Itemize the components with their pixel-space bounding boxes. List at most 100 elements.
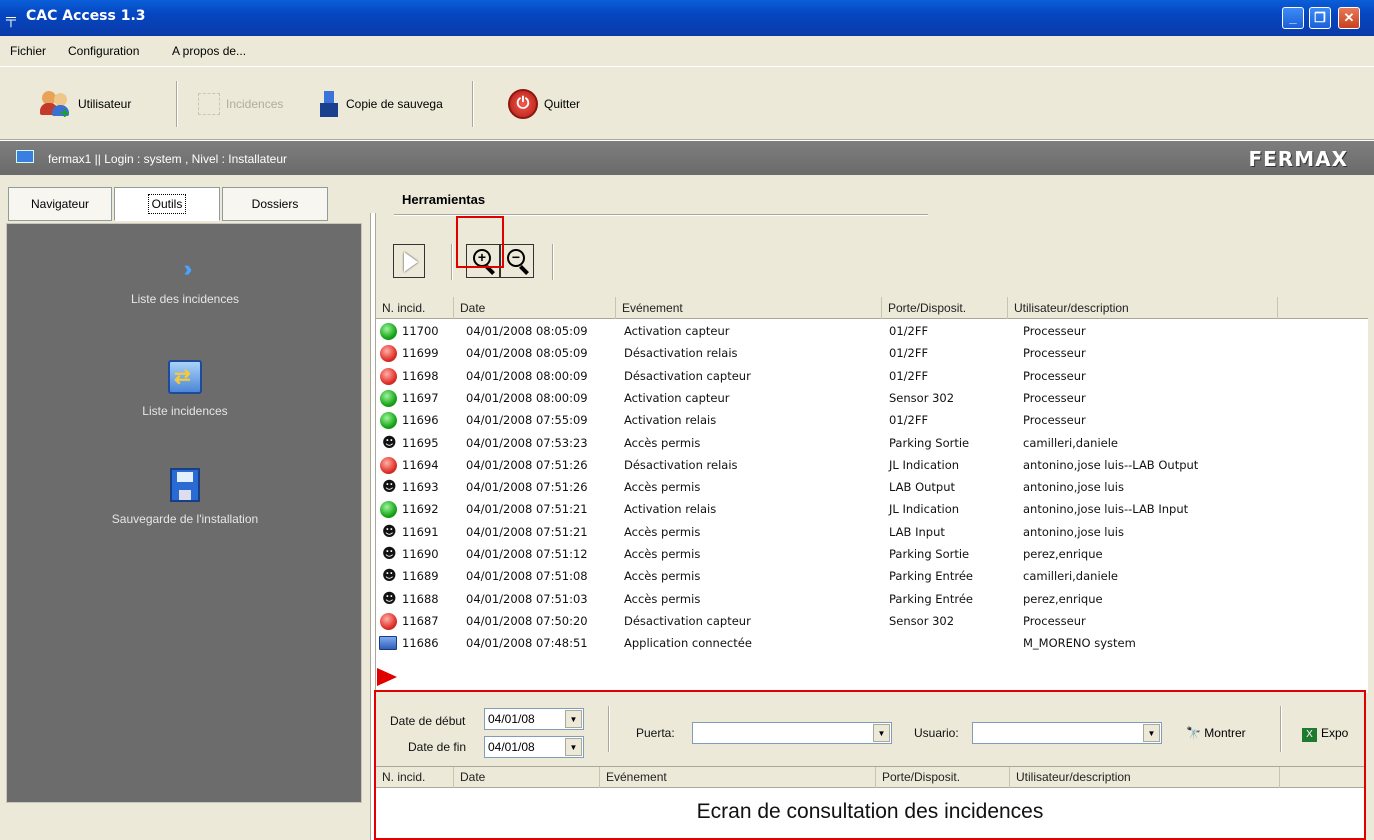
table-row[interactable]: 11686 04/01/2008 07:48:51 Application conn… [376, 633, 1368, 654]
maximize-button[interactable]: ❐ [1309, 7, 1331, 29]
col-door[interactable]: Porte/Disposit. [882, 297, 1008, 319]
table-row[interactable]: 11692 04/01/2008 07:51:21 Activation relai… [376, 499, 1368, 520]
users-button[interactable]: + Utilisateur [40, 89, 132, 122]
door-select[interactable]: ▼ [692, 722, 892, 744]
cell-user: perez,enrique [1023, 591, 1103, 606]
table-row[interactable]: ☻ 11693 04/01/2008 07:51:26 Accès permis LAB… [376, 477, 1368, 498]
cell-date: 04/01/2008 07:51:12 [466, 547, 588, 561]
nav-item-backup[interactable]: Sauvegarde de l'installation [7, 468, 363, 526]
cell-event: Activation capteur [624, 390, 730, 405]
start-date-value: 04/01/08 [488, 712, 535, 726]
cell-id: 11695 [402, 435, 439, 450]
cell-date: 04/01/2008 08:00:09 [466, 368, 588, 383]
end-date-picker[interactable]: 04/01/08 ▼ [484, 736, 584, 758]
nav-item-incidences[interactable]: Liste incidences [7, 360, 363, 418]
cell-event: Activation relais [624, 502, 717, 517]
cell-date: 04/01/2008 08:00:09 [466, 390, 588, 405]
table-row[interactable]: ☻ 11689 04/01/2008 07:51:08 Accès permis Par… [376, 566, 1368, 587]
quit-button-label: Quitter [544, 97, 581, 111]
col-user[interactable]: Utilisateur/description [1010, 767, 1280, 788]
col-date[interactable]: Date [454, 767, 600, 788]
table-row[interactable]: 11694 04/01/2008 07:51:26 Désactivation re… [376, 455, 1368, 476]
col-door[interactable]: Porte/Disposit. [876, 767, 1010, 788]
person-access-icon: ☻ [382, 546, 397, 562]
cell-user: Processeur [1023, 613, 1086, 628]
user-select[interactable]: ▼ [972, 722, 1162, 744]
cell-user: Processeur [1023, 390, 1086, 405]
incidences-button[interactable]: Incidences [198, 89, 283, 119]
cell-user: camilleri,daniele [1023, 569, 1118, 584]
end-date-label: Date de fin [408, 740, 467, 754]
cell-event: Accès permis [624, 547, 701, 561]
table-row[interactable]: ☻ 11691 04/01/2008 07:51:21 Accès permis LAB… [376, 522, 1368, 543]
table-row[interactable]: 11698 04/01/2008 08:00:09 Désactivation ca… [376, 366, 1368, 387]
table-row[interactable]: 11700 04/01/2008 08:05:09 Activation capte… [376, 321, 1368, 342]
chevron-down-icon[interactable]: ▼ [565, 738, 582, 756]
floppy-disk-icon [170, 468, 200, 502]
cell-date: 04/01/2008 07:51:21 [466, 502, 588, 517]
cell-date: 04/01/2008 08:05:09 [466, 346, 588, 361]
cell-user: Processeur [1023, 324, 1086, 338]
backup-button[interactable]: Copie de sauvega [318, 89, 443, 119]
chevron-double-right-icon: ›› [183, 256, 193, 281]
cell-id: 11688 [402, 591, 439, 606]
zoom-out-button[interactable]: − [500, 244, 534, 278]
tab-navigateur[interactable]: Navigateur [8, 187, 112, 221]
chevron-down-icon[interactable]: ▼ [565, 710, 582, 728]
table-row[interactable]: ☻ 11688 04/01/2008 07:51:03 Accès permis Par… [376, 589, 1368, 610]
red-status-icon [380, 612, 397, 630]
cell-event: Désactivation capteur [624, 613, 751, 628]
tab-outils-label: Outils [147, 194, 187, 214]
table-row[interactable]: 11696 04/01/2008 07:55:09 Activation relai… [376, 410, 1368, 431]
cell-event: Désactivation relais [624, 457, 738, 472]
cell-user: perez,enrique [1023, 547, 1103, 561]
cell-id: 11696 [402, 413, 439, 428]
start-date-label: Date de début [390, 714, 466, 728]
col-date[interactable]: Date [454, 297, 616, 319]
menu-fichier[interactable]: Fichier [10, 44, 46, 58]
table-row[interactable]: 11699 04/01/2008 08:05:09 Désactivation re… [376, 343, 1368, 364]
users-button-label: Utilisateur [78, 97, 132, 111]
menu-configuration[interactable]: Configuration [68, 44, 139, 58]
cell-door: 01/2FF [889, 346, 929, 361]
play-button[interactable] [393, 244, 425, 278]
person-access-icon: ☻ [382, 590, 397, 607]
quit-button[interactable]: ⏻ Quitter [508, 89, 580, 119]
close-button[interactable]: ✕ [1338, 7, 1360, 29]
incidences-button-label: Incidences [226, 97, 284, 111]
show-button[interactable]: 🔭 Montrer [1186, 726, 1246, 740]
cell-door: JL Indication [889, 457, 960, 472]
table-row[interactable]: ☻ 11690 04/01/2008 07:51:12 Accès permis Par… [376, 544, 1368, 565]
person-access-icon: ☻ [382, 568, 397, 585]
cell-event: Activation capteur [624, 324, 730, 338]
cell-id: 11694 [402, 457, 439, 472]
chevron-down-icon[interactable]: ▼ [1143, 724, 1160, 742]
cell-id: 11686 [402, 636, 439, 651]
person-access-icon: ☻ [382, 523, 397, 540]
col-event[interactable]: Evénement [616, 297, 882, 319]
col-incident-id[interactable]: N. incid. [376, 767, 454, 788]
table-row[interactable]: 11697 04/01/2008 08:00:09 Activation capte… [376, 388, 1368, 409]
nav-item-incident-list[interactable]: ›› Liste des incidences [7, 256, 363, 306]
col-event[interactable]: Evénement [600, 767, 876, 788]
cell-door: LAB Input [889, 524, 945, 539]
tab-dossiers[interactable]: Dossiers [222, 187, 328, 221]
incident-table: N. incid. Date Evénement Porte/Disposit.… [376, 297, 1368, 693]
start-date-picker[interactable]: 04/01/08 ▼ [484, 708, 584, 730]
cell-user: Processeur [1023, 368, 1086, 383]
table-row[interactable]: ☻ 11695 04/01/2008 07:53:23 Accès permis Par… [376, 433, 1368, 454]
cell-user: Processeur [1023, 346, 1086, 361]
cell-user: antonino,jose luis--LAB Input [1023, 502, 1189, 517]
cell-id: 11699 [402, 346, 439, 361]
chevron-down-icon[interactable]: ▼ [873, 724, 890, 742]
red-status-icon [380, 367, 397, 385]
minimize-button[interactable]: _ [1282, 7, 1304, 29]
export-button[interactable]: X Expo [1302, 726, 1362, 742]
table-row[interactable]: 11687 04/01/2008 07:50:20 Désactivation ca… [376, 611, 1368, 632]
filter-separator [608, 706, 610, 752]
menu-about[interactable]: A propos de... [172, 44, 246, 58]
tab-outils[interactable]: Outils [114, 187, 220, 221]
col-incident-id[interactable]: N. incid. [376, 297, 454, 319]
tools-panel: ›› Liste des incidences Liste incidences… [6, 223, 362, 803]
col-user[interactable]: Utilisateur/description [1008, 297, 1278, 319]
